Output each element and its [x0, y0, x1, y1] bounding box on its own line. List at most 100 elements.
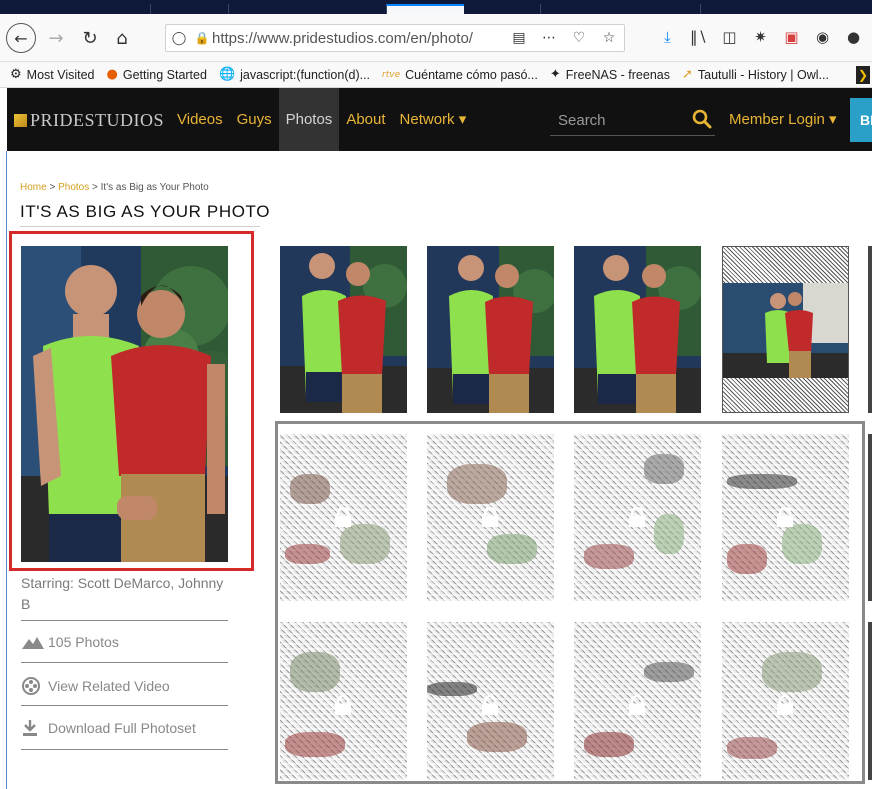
starring-text: Starring: Scott DeMarco, Johnny B	[21, 575, 224, 612]
lock-icon	[335, 694, 351, 715]
breadcrumb-separator: >	[89, 182, 101, 193]
nav-about[interactable]: About	[339, 88, 392, 151]
bookmark-star-icon[interactable]: ☆	[594, 30, 624, 46]
browser-tab[interactable]	[540, 4, 618, 14]
sidebar-divider	[21, 749, 228, 750]
library-icon[interactable]: ‖∖	[683, 28, 714, 52]
gear-icon: ⚙	[10, 67, 22, 82]
reader-view-icon[interactable]: ▤	[504, 30, 534, 46]
blur-artifact	[427, 682, 477, 696]
locked-thumbnail-partial[interactable]	[868, 622, 872, 780]
locked-thumbnail[interactable]	[574, 434, 701, 601]
breadcrumb-photos[interactable]: Photos	[58, 182, 89, 193]
locked-thumbnail[interactable]	[574, 622, 701, 780]
sidebar-divider	[21, 620, 228, 621]
browser-tab[interactable]	[150, 4, 228, 14]
locked-thumbnail[interactable]	[280, 622, 407, 780]
browser-tab-strip	[0, 0, 872, 14]
nav-photos[interactable]: Photos	[278, 88, 340, 151]
browser-tab-active[interactable]	[386, 4, 464, 14]
bookmarks-toolbar: ⚙ Most Visited ● Getting Started 🌐 javascri…	[0, 62, 872, 88]
site-logo[interactable]: PRIDESTUDIOS	[14, 110, 164, 131]
lock-icon[interactable]: 🔒	[192, 31, 212, 45]
lock-icon	[482, 694, 498, 715]
photo-thumbnail[interactable]	[574, 246, 701, 413]
search-icon[interactable]	[691, 108, 713, 130]
film-reel-icon	[21, 676, 48, 696]
freenas-icon: ✦	[549, 67, 561, 82]
site-search	[550, 106, 715, 136]
cover-photo-image	[21, 246, 228, 562]
locked-thumbnail[interactable]	[722, 622, 849, 780]
globe-icon: 🌐	[218, 67, 236, 82]
blur-artifact	[285, 544, 330, 564]
site-nav: Videos Guys Photos About Network ▾	[170, 88, 473, 151]
nav-guys[interactable]: Guys	[230, 88, 279, 151]
locked-thumbnail[interactable]	[427, 434, 554, 601]
url-text[interactable]: https://www.pridestudios.com/en/photo/	[212, 30, 504, 47]
bookmark-javascript[interactable]: 🌐 javascript:(function(d)...	[219, 67, 370, 82]
account-icon[interactable]: ◉	[807, 28, 838, 52]
lock-icon	[777, 694, 793, 715]
overflow-extension-icon[interactable]: ●	[838, 28, 869, 52]
save-extension-icon[interactable]: ▣	[776, 28, 807, 52]
breadcrumb-current: It's as Big as Your Photo	[100, 182, 209, 193]
bookmark-rtve[interactable]: rtve Cuéntame cómo pasó...	[382, 68, 538, 82]
join-button[interactable]: BE	[850, 98, 872, 142]
locked-thumbnail-partial[interactable]	[868, 434, 872, 601]
home-button[interactable]: ⌂	[108, 24, 136, 52]
sidebar-divider	[21, 705, 228, 706]
address-bar[interactable]: ◯ 🔒 https://www.pridestudios.com/en/phot…	[165, 24, 625, 52]
blur-artifact	[782, 524, 822, 564]
download-icon[interactable]: ⤓	[652, 28, 683, 52]
blur-artifact	[467, 722, 527, 752]
photo-thumbnail[interactable]	[427, 246, 554, 413]
view-related-video-link[interactable]: View Related Video	[21, 676, 170, 696]
search-input[interactable]	[550, 106, 680, 134]
bookmark-getting-started[interactable]: ● Getting Started	[107, 67, 207, 82]
locked-thumbnail[interactable]	[280, 434, 407, 601]
page-frame-edge	[0, 151, 7, 789]
photo-thumbnail-landscape[interactable]	[722, 246, 849, 413]
tracking-shield-icon[interactable]: ◯	[166, 31, 192, 46]
toolbar-icons: ⤓ ‖∖ ◫ ✷ ▣ ◉ ●	[652, 28, 869, 52]
download-arrow-icon	[21, 719, 48, 737]
pocket-icon[interactable]: ♡	[564, 30, 594, 46]
sidebar-icon[interactable]: ◫	[714, 28, 745, 52]
browser-tab[interactable]	[700, 4, 778, 14]
image-icon	[21, 634, 48, 650]
blur-artifact	[290, 474, 330, 504]
member-login-link[interactable]: Member Login ▾	[729, 110, 837, 128]
lock-icon	[482, 506, 498, 527]
blur-artifact	[447, 464, 507, 504]
page-actions-icon[interactable]: ⋯	[534, 30, 564, 46]
blur-artifact	[644, 662, 694, 682]
locked-thumbnail[interactable]	[427, 622, 554, 780]
cover-photo[interactable]	[21, 246, 228, 562]
firefox-icon: ●	[106, 67, 118, 82]
bookmarks-overflow-button[interactable]: ❯	[856, 66, 870, 84]
locked-thumbnail[interactable]	[722, 434, 849, 601]
bookmark-freenas[interactable]: ✦ FreeNAS - freenas	[550, 67, 670, 82]
photo-thumbnail-partial[interactable]	[868, 246, 872, 413]
breadcrumb-home[interactable]: Home	[20, 182, 47, 193]
breadcrumb: Home > Photos > It's as Big as Your Phot…	[20, 182, 209, 193]
extension-icon[interactable]: ✷	[745, 28, 776, 52]
photo-thumbnail[interactable]	[280, 246, 407, 413]
blur-artifact	[644, 454, 684, 484]
browser-tab[interactable]	[228, 4, 306, 14]
blur-artifact	[290, 652, 340, 692]
photo-count: 105 Photos	[21, 634, 119, 650]
bookmark-most-visited[interactable]: ⚙ Most Visited	[10, 67, 95, 82]
reload-button[interactable]: ↻	[76, 24, 104, 52]
forward-button[interactable]: →	[42, 24, 70, 52]
nav-videos[interactable]: Videos	[170, 88, 230, 151]
bookmark-tautulli[interactable]: ➚ Tautulli - History | Owl...	[682, 67, 829, 82]
breadcrumb-separator: >	[46, 182, 59, 193]
blur-artifact	[285, 732, 345, 757]
back-button[interactable]: ←	[6, 23, 36, 53]
lock-icon	[629, 506, 645, 527]
download-photoset-link[interactable]: Download Full Photoset	[21, 719, 196, 737]
nav-network[interactable]: Network ▾	[393, 88, 474, 151]
blur-artifact	[340, 524, 390, 564]
